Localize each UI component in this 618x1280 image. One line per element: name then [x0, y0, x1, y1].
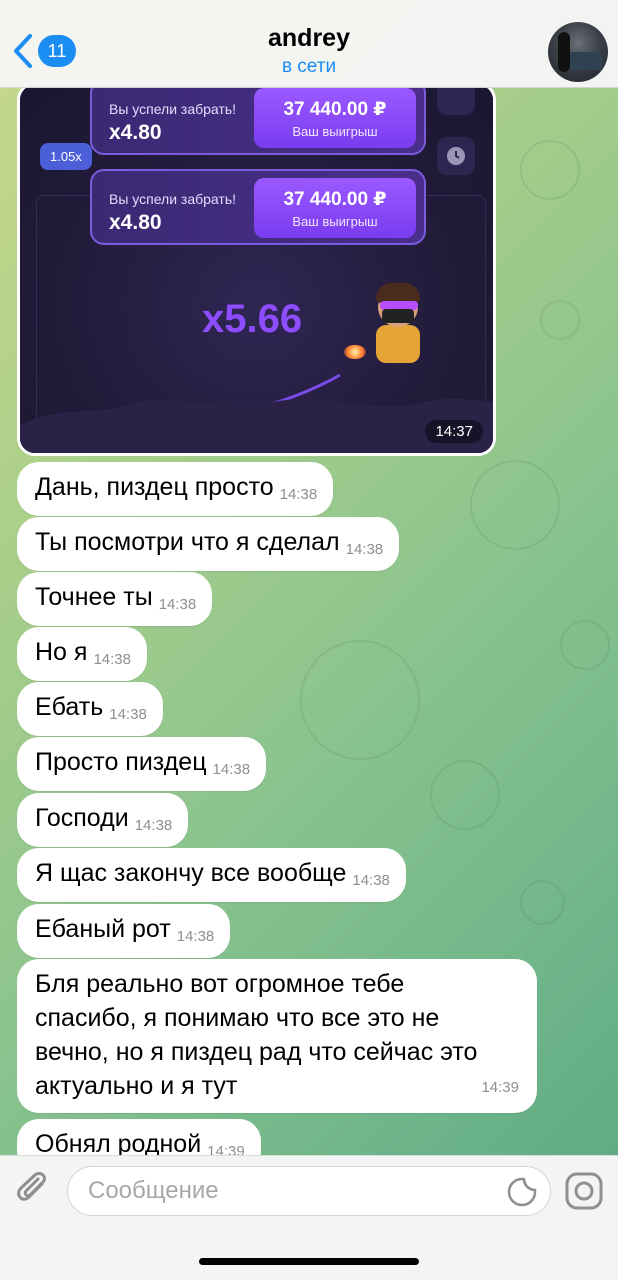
message-bubble[interactable]: Дань, пиздец просто 14:38 [17, 462, 334, 516]
current-multiplier: x5.66 [202, 297, 303, 341]
message-bubble[interactable]: Обнял родной 14:39 [17, 1119, 261, 1155]
home-indicator[interactable] [199, 1258, 419, 1265]
message-text: Бля реально вот огромное тебе спасибо, я… [35, 970, 478, 1100]
message-text: Обнял родной [35, 1130, 202, 1155]
contact-avatar[interactable] [548, 22, 608, 82]
message-bubble[interactable]: Бля реально вот огромное тебе спасибо, я… [17, 959, 537, 1113]
message-text: Ебаный рот [35, 915, 171, 943]
paperclip-icon [17, 1172, 46, 1201]
message-bubble[interactable]: Ебать 14:38 [17, 682, 163, 736]
message-time: 14:38 [279, 486, 318, 503]
message-time: 14:38 [212, 761, 251, 778]
sticker-icon [507, 1177, 537, 1207]
game-screenshot: 1.05x Вы успели забрать! x4.80 37 440.00… [20, 85, 493, 453]
message-time: 14:38 [93, 651, 131, 668]
message-text: Просто пиздец [35, 748, 207, 776]
message-input-field[interactable] [67, 1166, 551, 1216]
camera-icon [565, 1172, 603, 1210]
message-bubble[interactable]: Точнее ты 14:38 [17, 572, 213, 626]
message-time: 14:38 [158, 596, 197, 613]
camera-button[interactable] [564, 1171, 604, 1211]
message-bubble[interactable]: Господи 14:38 [17, 793, 189, 847]
message-text: Господи [35, 804, 129, 832]
message-time: 14:37 [425, 420, 483, 443]
flight-curve [20, 373, 493, 453]
message-text: Но я [35, 638, 88, 666]
message-time: 14:38 [134, 817, 173, 834]
message-time: 14:38 [345, 541, 384, 558]
message-bubble[interactable]: Ебаный рот 14:38 [17, 904, 231, 958]
message-time: 14:39 [481, 1079, 519, 1096]
sticker-button[interactable] [506, 1176, 538, 1208]
message-bubble[interactable]: Ты посмотри что я сделал 14:38 [17, 517, 400, 571]
message-input[interactable] [88, 1167, 498, 1215]
message-text: Дань, пиздец просто [35, 473, 274, 501]
composer-bar [0, 1155, 618, 1280]
jetpack-character [344, 283, 436, 377]
message-bubble[interactable]: Просто пиздец 14:38 [17, 737, 267, 791]
contact-status: в сети [281, 56, 337, 77]
attach-button[interactable] [14, 1170, 54, 1210]
contact-name[interactable]: andrey [0, 24, 618, 53]
message-list[interactable]: 1.05x Вы успели забрать! x4.80 37 440.00… [0, 0, 618, 1155]
message-time: 14:38 [352, 872, 390, 889]
chat-header: 11 andrey в сети [0, 0, 618, 88]
message-time: 14:39 [207, 1143, 245, 1155]
message-time: 14:38 [109, 706, 147, 723]
message-bubble[interactable]: Но я 14:38 [17, 627, 147, 681]
image-message[interactable]: 1.05x Вы успели забрать! x4.80 37 440.00… [17, 82, 496, 456]
message-time: 14:38 [176, 928, 215, 945]
message-text: Точнее ты [35, 583, 153, 611]
message-bubble[interactable]: Я щас закончу все вообще 14:38 [17, 848, 406, 902]
message-text: Я щас закончу все вообще [35, 859, 347, 887]
message-text: Ты посмотри что я сделал [35, 528, 340, 556]
message-text: Ебать [35, 693, 104, 721]
